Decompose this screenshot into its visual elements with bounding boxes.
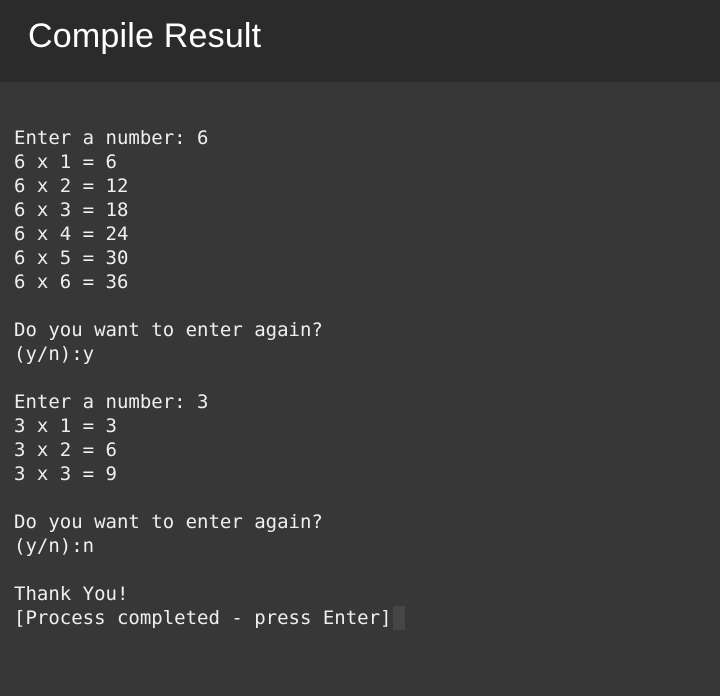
terminal-output[interactable]: Enter a number: 6 6 x 1 = 6 6 x 2 = 12 6… — [14, 126, 704, 686]
terminal-line: 3 x 1 = 3 — [14, 415, 117, 437]
page-title: Compile Result — [28, 17, 262, 55]
terminal-line: Enter a number: 3 — [14, 391, 209, 413]
app-header: Compile Result — [0, 0, 720, 82]
terminal-line: 3 x 3 = 9 — [14, 463, 117, 485]
compile-result-screen: Compile Result Enter a number: 6 6 x 1 =… — [0, 0, 720, 696]
terminal-line: 6 x 4 = 24 — [14, 223, 129, 245]
terminal-prompt-line: [Process completed - press Enter] — [14, 606, 405, 630]
terminal-line: Do you want to enter again? — [14, 511, 323, 533]
terminal-line: (y/n):n — [14, 535, 95, 557]
terminal-line: 6 x 3 = 18 — [14, 199, 129, 221]
terminal-line: 3 x 2 = 6 — [14, 439, 117, 461]
terminal-line: 6 x 1 = 6 — [14, 151, 117, 173]
terminal-line: 6 x 6 = 36 — [14, 271, 129, 293]
terminal-status: [Process completed - press Enter] — [14, 607, 392, 629]
terminal-cursor[interactable] — [392, 606, 405, 630]
terminal-line: 6 x 2 = 12 — [14, 175, 129, 197]
terminal-line: Do you want to enter again? — [14, 319, 323, 341]
terminal-line: Enter a number: 6 — [14, 127, 209, 149]
terminal-line: 6 x 5 = 30 — [14, 247, 129, 269]
terminal-line: Thank You! — [14, 583, 129, 605]
terminal-line: (y/n):y — [14, 343, 95, 365]
